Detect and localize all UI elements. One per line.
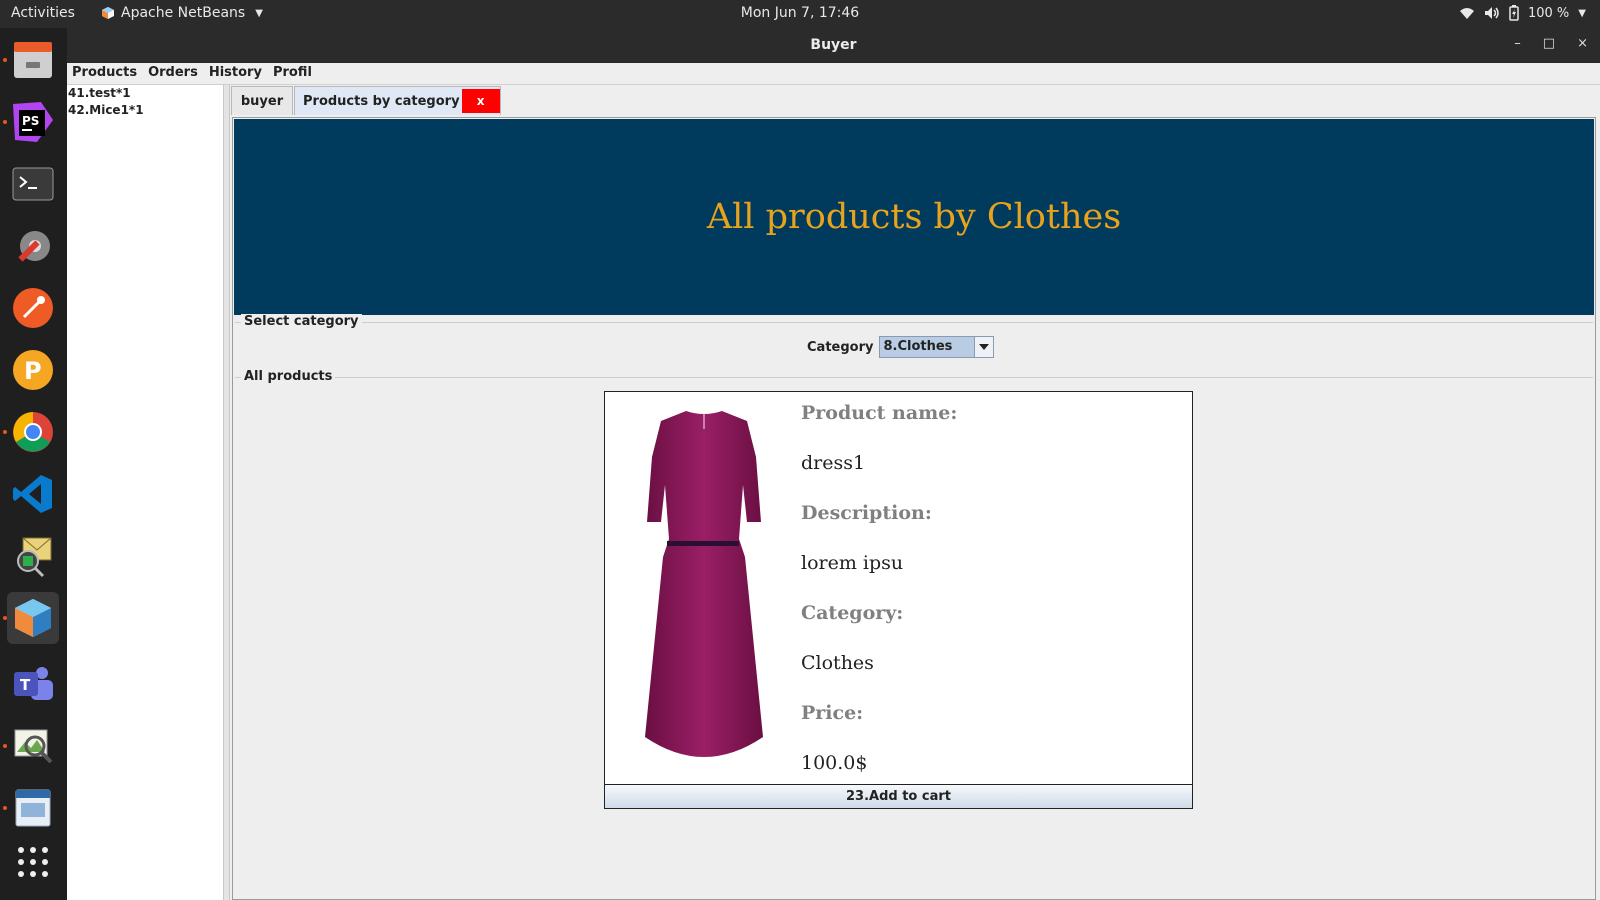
dock-mail-viewer[interactable] (7, 530, 59, 582)
tab-label: Products by category (303, 93, 460, 109)
category-row: Category 8.Clothes (807, 336, 995, 358)
system-tray[interactable]: 100 % ▼ (1459, 5, 1586, 21)
description-label: Description: (801, 502, 932, 524)
minimize-button[interactable]: – (1514, 36, 1521, 51)
split-pane-divider[interactable] (224, 85, 230, 900)
presentation-icon (15, 789, 51, 827)
dock-chrome[interactable] (3, 406, 59, 458)
select-category-legend: Select category (241, 314, 362, 329)
menu-bar: Products Orders History Profil (67, 63, 1600, 85)
category-dropdown[interactable]: 8.Clothes (879, 336, 995, 358)
list-item[interactable]: 41.test*1 (67, 85, 223, 102)
svg-text:PS: PS (22, 114, 39, 128)
chevron-down-icon: ▼ (255, 7, 263, 19)
tab-bar: buyer Products by category x (231, 86, 1600, 116)
clock[interactable]: Mon Jun 7, 17:46 (741, 5, 859, 21)
netbeans-icon (102, 7, 114, 19)
pgadmin-icon: P (13, 350, 53, 390)
dock-phpstorm[interactable]: PS (3, 96, 59, 148)
postman-icon (13, 288, 53, 328)
app-menu[interactable]: Apache NetBeans ▼ (101, 5, 263, 21)
app-grid-icon (18, 847, 48, 877)
category-label: Category (807, 339, 874, 355)
product-name: dress1 (801, 452, 866, 474)
dock-netbeans[interactable] (3, 592, 59, 644)
dock-settings[interactable] (7, 220, 59, 272)
maximize-button[interactable]: □ (1543, 36, 1555, 51)
category-selected-value: 8.Clothes (883, 339, 953, 354)
list-item[interactable]: 42.Mice1*1 (67, 102, 223, 119)
running-indicator (3, 430, 7, 434)
wifi-icon (1459, 8, 1474, 19)
product-name-label: Product name: (801, 402, 958, 424)
buyer-window: Buyer – □ × Products Orders History Prof… (67, 28, 1600, 900)
product-image (645, 411, 763, 757)
svg-text:T: T (20, 676, 31, 694)
vscode-icon (13, 475, 52, 513)
product-card: Product name: dress1 Description: lorem … (604, 391, 1193, 809)
dock-image-viewer[interactable] (3, 720, 59, 772)
app-name: Apache NetBeans (121, 5, 246, 21)
tab-buyer[interactable]: buyer (231, 86, 293, 115)
application-dock: PS P T (0, 28, 67, 900)
running-indicator (3, 120, 7, 124)
menu-history[interactable]: History (204, 63, 268, 84)
svg-text:P: P (24, 357, 42, 385)
menu-profil[interactable]: Profil (268, 63, 318, 84)
add-to-cart-button[interactable]: 23.Add to cart (605, 784, 1192, 808)
activities-button[interactable]: Activities (11, 5, 75, 21)
close-tab-button[interactable]: x (461, 89, 500, 113)
dock-file-manager[interactable] (3, 34, 59, 86)
page-title: All products by Clothes (706, 197, 1122, 237)
image-viewer-icon (14, 729, 53, 764)
dock-slides[interactable] (3, 782, 59, 834)
dock-app-grid[interactable] (7, 836, 59, 888)
tab-content: All products by Clothes Select category … (232, 117, 1596, 900)
chrome-icon (13, 412, 53, 452)
running-indicator (3, 58, 7, 62)
product-description: lorem ipsu (801, 552, 904, 574)
battery-icon (1509, 5, 1519, 21)
settings-icon (18, 231, 50, 262)
running-indicator (3, 806, 7, 810)
price-label: Price: (801, 702, 864, 724)
teams-icon: T (14, 667, 53, 700)
header-banner: All products by Clothes (234, 119, 1594, 315)
tab-products-by-category[interactable]: Products by category x (294, 86, 501, 115)
menu-products[interactable]: Products (67, 63, 143, 84)
chevron-down-icon: ▼ (1578, 7, 1586, 19)
dock-teams[interactable]: T (7, 658, 59, 710)
dropdown-arrow-icon[interactable] (974, 337, 994, 357)
all-products-legend: All products (241, 369, 336, 384)
dock-vscode[interactable] (7, 468, 59, 520)
category-field-label: Category: (801, 602, 904, 624)
battery-percentage: 100 % (1527, 5, 1570, 21)
file-manager-icon (14, 42, 52, 78)
volume-icon (1484, 7, 1499, 19)
running-indicator (3, 744, 7, 748)
running-indicator (3, 616, 7, 620)
cart-list[interactable]: 41.test*1 42.Mice1*1 (67, 85, 224, 900)
product-info: Product name: dress1 Description: lorem … (801, 402, 957, 802)
system-top-bar: Activities Apache NetBeans ▼ Mon Jun 7, … (0, 0, 1600, 28)
window-title: Buyer (810, 37, 857, 53)
dock-terminal[interactable] (7, 158, 59, 210)
close-window-button[interactable]: × (1577, 36, 1588, 51)
product-category: Clothes (801, 652, 874, 674)
tab-label: buyer (240, 93, 284, 109)
dock-postman[interactable] (7, 282, 59, 334)
window-titlebar[interactable]: Buyer – □ × (67, 28, 1600, 63)
phpstorm-icon: PS (13, 102, 53, 142)
menu-orders[interactable]: Orders (143, 63, 204, 84)
mail-search-icon (17, 537, 52, 578)
netbeans-icon (15, 599, 51, 637)
terminal-icon (12, 167, 54, 201)
dock-pgadmin[interactable]: P (7, 344, 59, 396)
